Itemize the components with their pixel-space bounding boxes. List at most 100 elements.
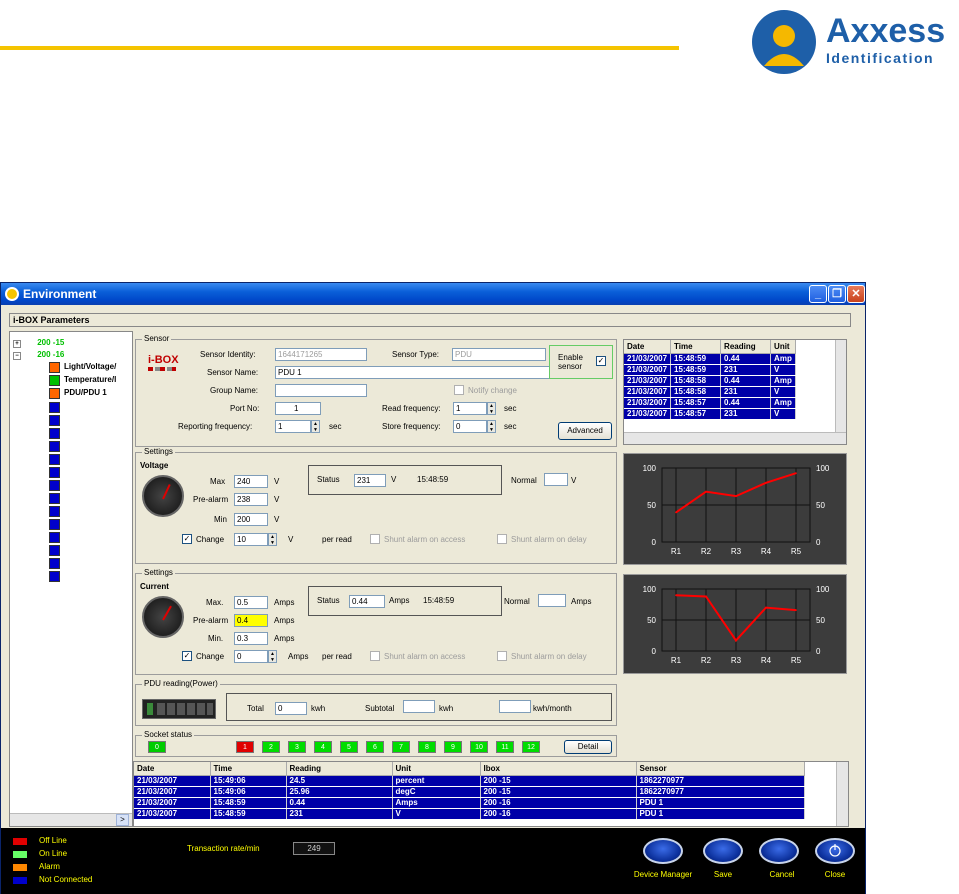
socket-4[interactable]: 4 [314,741,332,753]
column-header[interactable]: Unit [770,340,796,354]
socket-6[interactable]: 6 [366,741,384,753]
empty-node-icon[interactable] [49,571,60,582]
current-max-field[interactable]: 0.5 [234,596,268,609]
empty-node-icon[interactable] [49,519,60,530]
empty-node-icon[interactable] [49,467,60,478]
column-header[interactable]: Unit [392,762,481,776]
port-no-field[interactable]: 1 [275,402,321,415]
socket-5[interactable]: 5 [340,741,358,753]
reporting-frequency-field[interactable]: 1 [275,420,311,433]
read-frequency-spinner[interactable]: ▲ ▼ [487,402,496,415]
table-row[interactable]: 21/03/2007 15:48:58 0.44 Amp [624,375,796,387]
empty-node-icon[interactable] [49,532,60,543]
store-frequency-field[interactable]: 0 [453,420,487,433]
empty-node-icon[interactable] [49,415,60,426]
empty-node-icon[interactable] [49,545,60,556]
table-row[interactable]: 21/03/2007 15:48:59 231 V [624,364,796,376]
column-header[interactable]: Reading [720,340,772,354]
log-table[interactable]: Date Time Reading Unit Ibox Sensor 21/03/2007 1… [133,761,849,827]
socket-1[interactable]: 1 [236,741,254,753]
column-header[interactable]: Time [670,340,722,354]
voltage-change-checkbox[interactable]: ✓ [182,534,192,544]
save-button[interactable] [703,838,743,864]
current-prealarm-field[interactable]: 0.4 [234,614,268,627]
empty-node-icon[interactable] [49,493,60,504]
store-frequency-spinner[interactable]: ▲ ▼ [487,420,496,433]
sensor-identity-field[interactable]: 1644171265 [275,348,367,361]
shunt-delay-checkbox[interactable] [497,651,507,661]
log-table-vscroll[interactable] [836,762,848,826]
close-button[interactable] [815,838,855,864]
current-change-field[interactable]: 0 [234,650,268,663]
socket-8[interactable]: 8 [418,741,436,753]
reporting-frequency-spinner[interactable]: ▲ ▼ [311,420,320,433]
empty-node-icon[interactable] [49,428,60,439]
expand-icon[interactable]: + [13,340,21,348]
tree-item-pdu[interactable]: PDU/PDU 1 [64,388,107,397]
socket-2[interactable]: 2 [262,741,280,753]
table-row[interactable]: 21/03/2007 15:48:58 231 V [624,386,796,398]
table-row[interactable]: 21/03/2007 15:48:59 0.44 Amps 200 -16 PDU 1 [134,797,805,809]
tree-item-temperature[interactable]: Temperature/l [64,375,116,384]
tree-item-200-15[interactable]: + 200 -15 [13,338,64,348]
group-name-field[interactable] [275,384,367,397]
column-header[interactable]: Time [210,762,287,776]
shunt-delay-checkbox[interactable] [497,534,507,544]
table-row[interactable]: 21/03/2007 15:48:57 231 V [624,408,796,420]
detail-button[interactable]: Detail [564,740,612,754]
scroll-right-icon[interactable]: > [116,814,129,826]
tree-item-200-16[interactable]: − 200 -16 [13,350,64,360]
sensor-type-field[interactable]: PDU [452,348,546,361]
reading-table-hscroll[interactable] [624,432,846,444]
empty-node-icon[interactable] [49,558,60,569]
notify-change-checkbox[interactable] [454,385,464,395]
column-header[interactable]: Date [624,340,672,354]
cancel-button[interactable] [759,838,799,864]
read-frequency-field[interactable]: 1 [453,402,487,415]
voltage-prealarm-field[interactable]: 238 [234,493,268,506]
collapse-icon[interactable]: − [13,352,21,360]
enable-sensor-checkbox[interactable]: ✓ [596,356,606,366]
close-window-button[interactable]: ✕ [847,285,865,303]
column-header[interactable]: Ibox [480,762,637,776]
tree-item-light-voltage[interactable]: Light/Voltage/ [64,362,116,371]
table-row[interactable]: 21/03/2007 15:49:06 24.5 percent 200 -15 1862… [134,775,805,787]
column-header[interactable]: Reading [286,762,393,776]
table-row[interactable]: 21/03/2007 15:48:59 0.44 Amp [624,353,796,365]
ibox-tree[interactable]: + 200 -15 − 200 -16 Light/Voltage/ Tempe… [9,331,133,827]
table-row[interactable]: 21/03/2007 15:48:59 231 V 200 -16 PDU 1 [134,808,805,820]
socket-12[interactable]: 12 [522,741,540,753]
sensor-name-field[interactable]: PDU 1 [275,366,551,379]
restore-button[interactable]: ❐ [828,285,846,303]
advanced-button[interactable]: Advanced [558,422,612,440]
reading-table-vscroll[interactable] [835,340,846,432]
title-bar[interactable]: Environment _ ❐ ✕ [1,283,865,305]
socket-3[interactable]: 3 [288,741,306,753]
socket-9[interactable]: 9 [444,741,462,753]
table-row[interactable]: 21/03/2007 15:48:57 0.44 Amp [624,397,796,409]
empty-node-icon[interactable] [49,506,60,517]
socket-11[interactable]: 11 [496,741,514,753]
empty-node-icon[interactable] [49,441,60,452]
voltage-min-field[interactable]: 200 [234,513,268,526]
column-header[interactable]: Date [134,762,211,776]
voltage-change-field[interactable]: 10 [234,533,268,546]
table-row[interactable]: 21/03/2007 15:49:06 25.96 degC 200 -15 186227… [134,786,805,798]
tree-scrollbar[interactable]: > [10,813,132,826]
minimize-button[interactable]: _ [809,285,827,303]
socket-0[interactable]: 0 [148,741,166,753]
empty-node-icon[interactable] [49,454,60,465]
socket-7[interactable]: 7 [392,741,410,753]
reading-table[interactable]: Date Time Reading Unit 21/03/2007 15:48:59 0.4… [623,339,847,445]
shunt-access-checkbox[interactable] [370,534,380,544]
empty-node-icon[interactable] [49,402,60,413]
column-header[interactable]: Sensor [636,762,805,776]
current-change-spinner[interactable]: ▲ ▼ [268,650,277,663]
current-min-field[interactable]: 0.3 [234,632,268,645]
device-manager-button[interactable] [643,838,683,864]
voltage-change-spinner[interactable]: ▲ ▼ [268,533,277,546]
empty-node-icon[interactable] [49,480,60,491]
voltage-max-field[interactable]: 240 [234,475,268,488]
shunt-access-checkbox[interactable] [370,651,380,661]
current-change-checkbox[interactable]: ✓ [182,651,192,661]
